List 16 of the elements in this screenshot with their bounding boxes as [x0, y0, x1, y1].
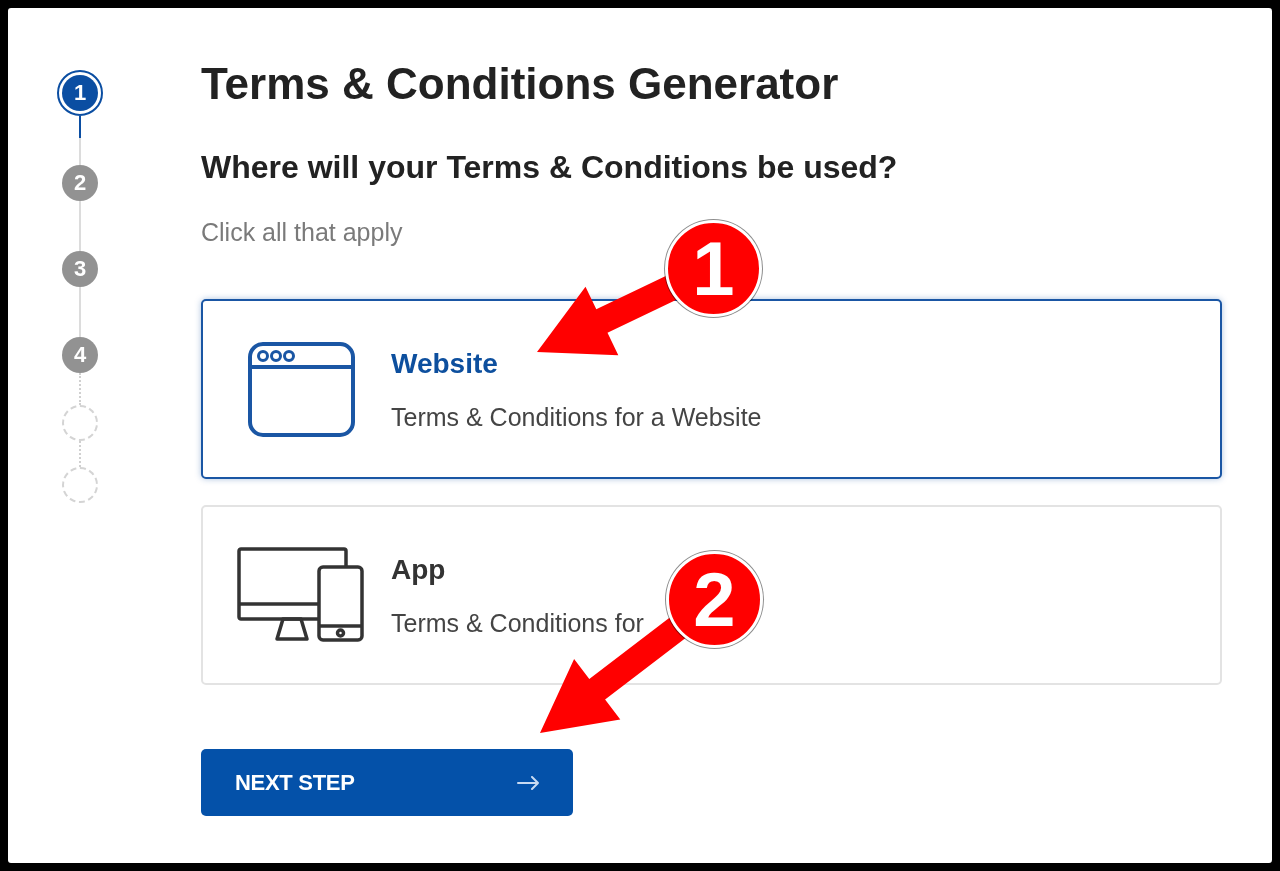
question-heading: Where will your Terms & Conditions be used? — [201, 148, 898, 186]
option-card[interactable]: Website Terms & Conditions for a Website — [201, 299, 1222, 479]
monitor-and-phone-icon — [237, 547, 365, 643]
next-step-button[interactable]: NEXT STEP — [201, 749, 573, 816]
option-description: Terms & Conditions for — [391, 607, 644, 638]
option-description: Terms & Conditions for a Website — [391, 401, 762, 432]
step-indicator: 1 — [57, 70, 103, 116]
option-title: App — [391, 552, 446, 587]
arrow-right-icon — [517, 775, 539, 790]
step-indicator: 2 — [62, 165, 98, 201]
hint-text: Click all that apply — [201, 217, 403, 247]
step-indicator: 3 — [62, 251, 98, 287]
browser-window-icon — [247, 341, 355, 437]
step-indicator: 4 — [62, 337, 98, 373]
page-title: Terms & Conditions Generator — [201, 58, 839, 110]
option-title: Website — [391, 346, 498, 381]
